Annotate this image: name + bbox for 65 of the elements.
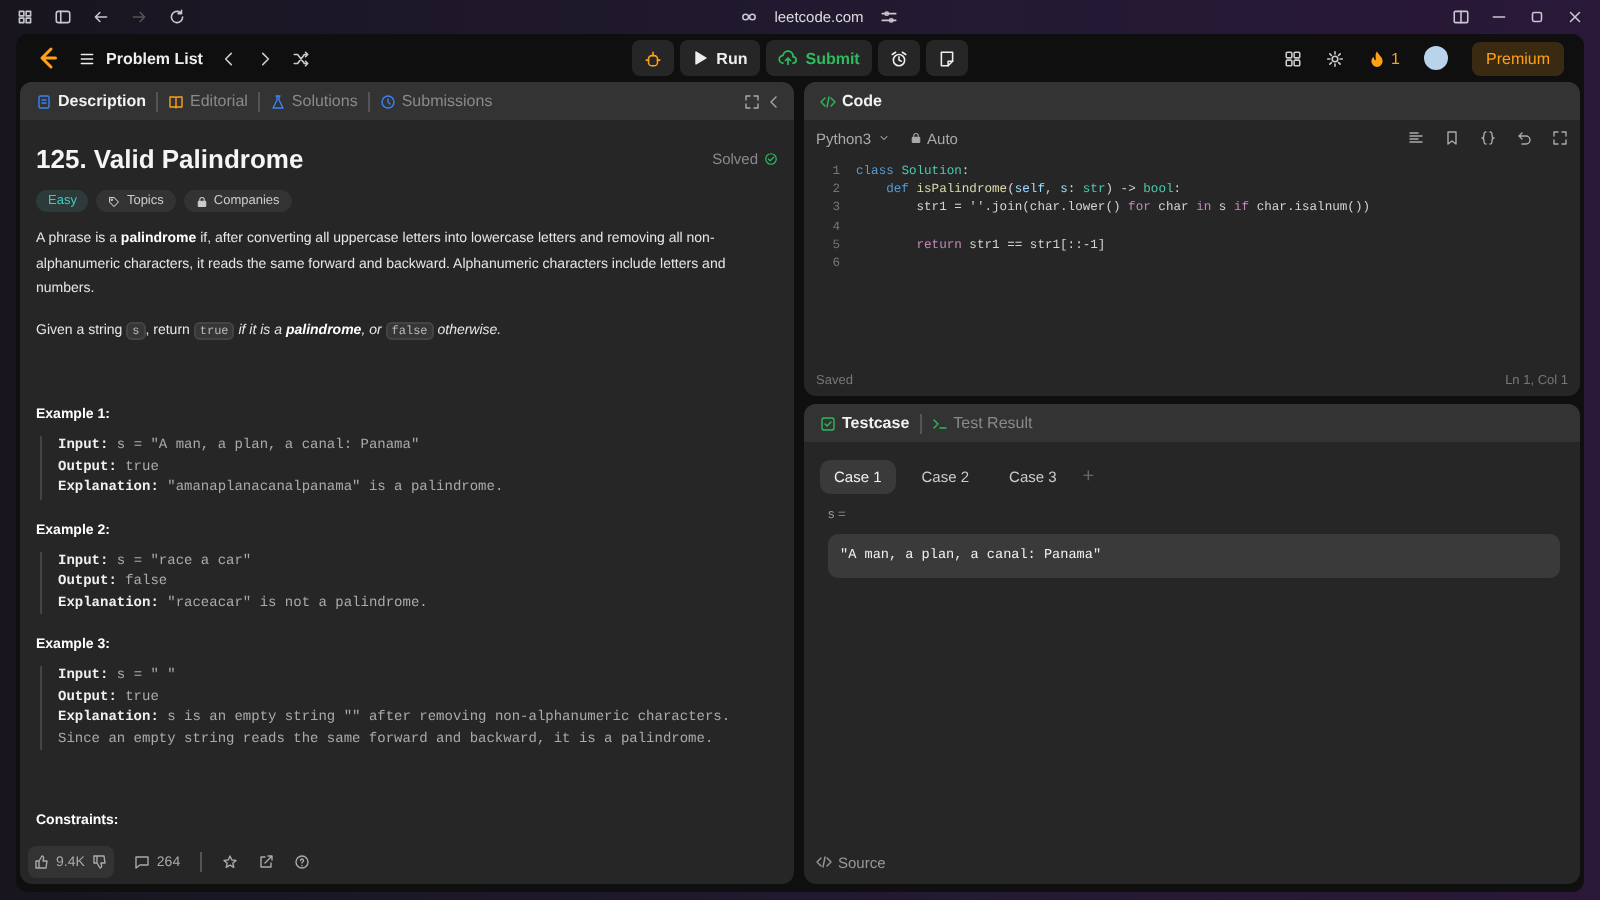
thumbs-up-icon — [34, 854, 50, 870]
check-circle-icon — [764, 152, 778, 166]
braces-icon[interactable] — [1480, 130, 1496, 146]
dislike-button[interactable] — [92, 854, 109, 870]
chevron-down-icon — [877, 132, 890, 144]
sidebar-icon[interactable] — [54, 8, 72, 26]
split-view-icon[interactable] — [1452, 8, 1470, 26]
avatar[interactable] — [1424, 46, 1448, 70]
notes-button[interactable] — [925, 40, 968, 76]
terminal-icon — [931, 415, 948, 431]
bug-icon — [644, 49, 663, 67]
tag-icon — [108, 195, 121, 207]
tab[interactable]: Testcase — [816, 414, 914, 432]
timer-button[interactable] — [877, 40, 920, 76]
premium-button[interactable]: Premium — [1472, 41, 1565, 75]
book-icon — [168, 93, 185, 109]
logo-icon[interactable] — [36, 46, 60, 70]
star-icon[interactable] — [222, 854, 239, 870]
code-tab[interactable]: Code — [816, 92, 886, 110]
clock-icon — [379, 93, 396, 109]
app-icon[interactable] — [16, 8, 34, 26]
problem-list-button[interactable]: Problem List — [78, 49, 203, 67]
lock-icon — [195, 195, 208, 207]
alarm-clock-icon — [889, 49, 908, 67]
undo-icon[interactable] — [1516, 130, 1532, 146]
debug-button[interactable] — [632, 40, 675, 76]
streak-counter[interactable]: 1 — [1367, 49, 1400, 67]
flame-icon — [1367, 49, 1386, 67]
run-button[interactable]: Run — [680, 40, 760, 76]
submit-button[interactable]: Submit — [765, 40, 872, 76]
help-icon[interactable] — [294, 854, 311, 870]
collapse-icon[interactable] — [766, 93, 782, 109]
problem-title: 125. Valid Palindrome — [36, 144, 304, 174]
play-icon — [692, 50, 709, 66]
code-icon — [816, 854, 832, 870]
share-icon[interactable] — [258, 854, 275, 870]
settings-icon[interactable] — [1325, 49, 1344, 67]
tab[interactable]: Test Result — [927, 414, 1037, 432]
reload-icon[interactable] — [168, 8, 186, 26]
note-icon — [937, 49, 956, 67]
flask-icon — [269, 93, 286, 109]
maximize-icon[interactable] — [1528, 8, 1546, 26]
shuffle-icon[interactable] — [292, 49, 311, 67]
expand-icon[interactable] — [1552, 130, 1568, 146]
back-arrow-icon[interactable] — [92, 8, 110, 26]
site-info-icon[interactable] — [740, 8, 759, 26]
apps-icon[interactable] — [1283, 49, 1302, 67]
thumbs-down-icon — [92, 854, 109, 870]
code-icon — [820, 93, 836, 109]
tab[interactable]: Editorial — [164, 92, 252, 110]
lock-icon — [909, 132, 922, 144]
next-icon[interactable] — [256, 49, 275, 67]
comment-icon — [134, 854, 151, 870]
tune-icon[interactable] — [879, 8, 898, 26]
format-icon[interactable] — [1408, 130, 1424, 146]
list-icon — [78, 49, 96, 67]
cloud-upload-icon — [777, 48, 798, 68]
tab[interactable]: Description — [32, 92, 151, 110]
expand-icon[interactable] — [744, 93, 760, 109]
checkbox-icon — [820, 415, 836, 431]
close-icon[interactable] — [1566, 8, 1584, 26]
bookmark-icon[interactable] — [1444, 130, 1460, 146]
tab[interactable]: Submissions — [375, 92, 497, 110]
tab[interactable]: Solutions — [265, 92, 362, 110]
document-icon — [36, 93, 52, 109]
